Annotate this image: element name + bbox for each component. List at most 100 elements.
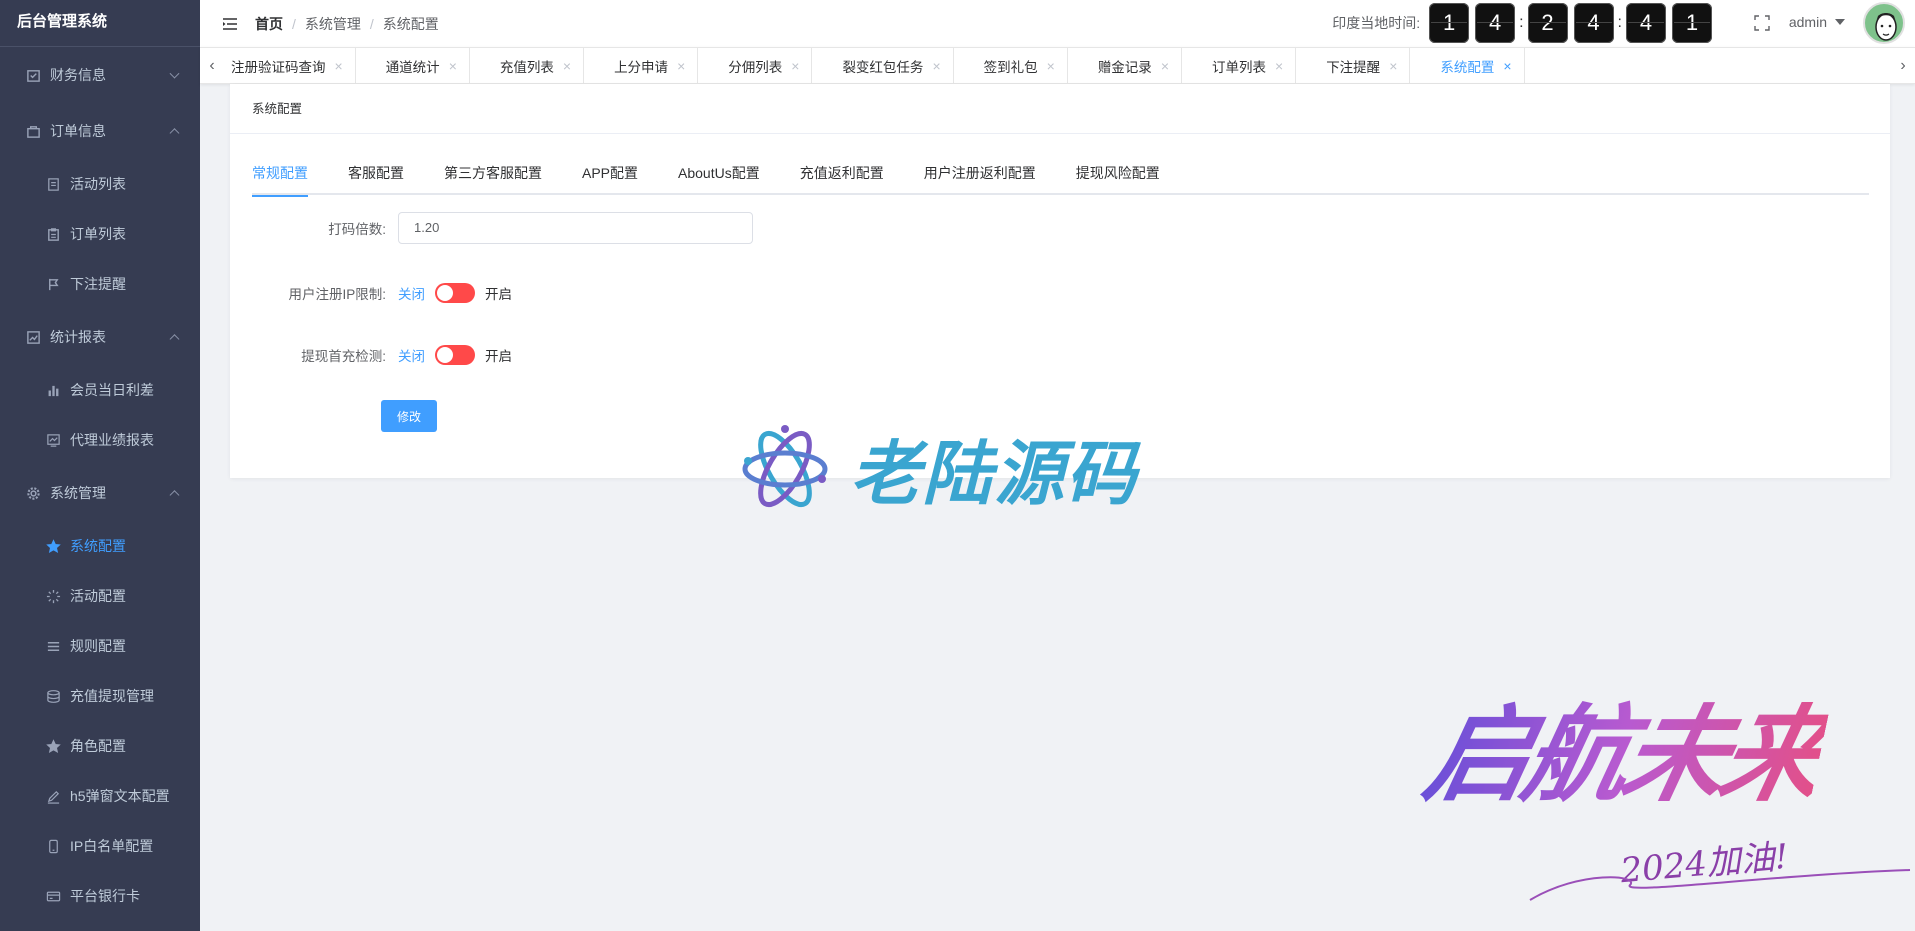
withdraw-check-switch[interactable] (435, 345, 475, 365)
menu-group-label: 统计报表 (50, 329, 106, 345)
trend-icon (45, 432, 61, 448)
switch-off-label: 关闭 (398, 349, 425, 364)
sidebar-item-label: h5弹窗文本配置 (70, 788, 170, 804)
loading-icon (45, 588, 61, 604)
sidebar-item-agent-report[interactable]: 代理业绩报表 (0, 415, 200, 465)
tag-item[interactable]: 上分申请 × (584, 48, 699, 83)
menu-group-system[interactable]: 系统管理 (0, 465, 200, 521)
ip-limit-switch[interactable] (435, 283, 475, 303)
clock-digit: 1 (1429, 3, 1470, 43)
sidebar-item-ip-whitelist[interactable]: IP白名单配置 (0, 821, 200, 871)
tags-scroll-left-icon[interactable]: ‹ (200, 48, 224, 83)
breadcrumb-home[interactable]: 首页 (255, 14, 283, 34)
sidebar-item-order-list[interactable]: 订单列表 (0, 209, 200, 259)
config-tab[interactable]: 提现风险配置 (1076, 164, 1160, 195)
tag-item[interactable]: 通道统计 × (356, 48, 470, 83)
close-icon[interactable]: × (563, 58, 571, 74)
sidebar-item-label: 平台银行卡 (70, 888, 140, 904)
bet-multiplier-input[interactable]: 1.20 (398, 212, 753, 244)
avatar[interactable] (1863, 2, 1905, 44)
hamburger-icon[interactable] (222, 17, 238, 31)
menu-group-finance[interactable]: 财务信息 (0, 47, 200, 103)
breadcrumb-current: 系统配置 (382, 15, 439, 32)
sidebar-item-recharge-withdraw[interactable]: 充值提现管理 (0, 671, 200, 721)
close-icon[interactable]: × (335, 58, 343, 74)
close-icon[interactable]: × (1047, 58, 1055, 74)
sidebar-item-label: 充值提现管理 (70, 688, 154, 704)
tag-label: 分佣列表 (728, 59, 783, 75)
clock-digit: 4 (1475, 3, 1516, 43)
atom-logo-icon (742, 424, 828, 507)
menu-group-orders[interactable]: 订单信息 (0, 103, 200, 159)
user-menu[interactable]: admin (1789, 14, 1845, 30)
menu-group-label: 系统管理 (50, 485, 106, 501)
sidebar: 后台管理系统 财务信息 订单信息 活动列表 订单列表 下注提醒 统计报表 会员当… (0, 0, 200, 931)
sidebar-item-h5-popup-config[interactable]: h5弹窗文本配置 (0, 771, 200, 821)
close-icon[interactable]: × (932, 58, 940, 74)
tag-label: 注册验证码查询 (231, 59, 326, 75)
tag-item[interactable]: 赠金记录 × (1068, 48, 1182, 83)
list-icon (45, 638, 61, 654)
clock-digit: 1 (1672, 3, 1712, 43)
form-row-ip-limit: 用户注册IP限制: 关闭 开启 (252, 283, 512, 303)
form-row-bet-multiplier: 打码倍数: 1.20 (252, 212, 753, 244)
local-clock: 印度当地时间: 1 4 : 2 4 : 4 1 (1332, 3, 1715, 43)
tag-item[interactable]: 裂变红包任务 × (812, 48, 954, 83)
tag-item[interactable]: 订单列表 × (1182, 48, 1297, 83)
menu-group-label: 财务信息 (50, 67, 106, 83)
app-logo: 后台管理系统 (0, 0, 200, 47)
clock-digit: 4 (1626, 3, 1666, 43)
tag-item[interactable]: 系统配置 × (1410, 48, 1525, 83)
tag-item[interactable]: 充值列表 × (470, 48, 585, 83)
config-tab[interactable]: 客服配置 (348, 164, 404, 195)
config-tab[interactable]: APP配置 (582, 164, 638, 195)
sidebar-item-label: 活动配置 (70, 588, 126, 604)
config-tab[interactable]: 第三方客服配置 (444, 164, 542, 195)
config-tab[interactable]: 充值返利配置 (800, 164, 884, 195)
close-icon[interactable]: × (1389, 58, 1397, 74)
switch-off-label: 关闭 (398, 287, 425, 302)
clipboard-icon (45, 226, 61, 242)
close-icon[interactable]: × (791, 58, 799, 74)
close-icon[interactable]: × (677, 58, 685, 74)
tag-item[interactable]: 下注提醒 × (1296, 48, 1411, 83)
sidebar-item-rule-config[interactable]: 规则配置 (0, 621, 200, 671)
watermark-slogan: 启航未来 2024加油! (1415, 670, 1911, 901)
tag-label: 订单列表 (1212, 59, 1266, 75)
config-tab[interactable]: 常规配置 (252, 164, 308, 197)
tag-item[interactable]: 注册验证码查询 × (224, 48, 356, 83)
close-icon[interactable]: × (1275, 58, 1283, 74)
sidebar-item-bet-reminder[interactable]: 下注提醒 (0, 259, 200, 309)
bar-chart-icon (45, 382, 61, 398)
switch-knob (437, 347, 453, 363)
tag-item[interactable]: 分佣列表 × (698, 48, 813, 83)
sidebar-item-label: 代理业绩报表 (70, 432, 154, 448)
sidebar-item-activity-list[interactable]: 活动列表 (0, 159, 200, 209)
chevron-down-icon (169, 68, 180, 79)
switch-on-label: 开启 (485, 349, 512, 364)
config-tab[interactable]: AboutUs配置 (678, 164, 760, 195)
sidebar-item-platform-bank-card[interactable]: 平台银行卡 (0, 871, 200, 921)
tags-view: ‹ 注册验证码查询 × 通道统计 × 充值列表 × 上分申请 × 分佣列表 × 裂变红包任务 × 签到礼… (200, 47, 1915, 84)
top-header: 首页 / 系统管理 / 系统配置 印度当地时间: 1 4 : 2 4 : 4 1… (200, 0, 1915, 47)
close-icon[interactable]: × (1503, 58, 1511, 74)
fullscreen-icon[interactable] (1754, 15, 1770, 31)
sidebar-item-label: 活动列表 (70, 176, 126, 192)
tag-label: 通道统计 (385, 59, 440, 75)
sidebar-item-member-daily-spread[interactable]: 会员当日利差 (0, 365, 200, 415)
sidebar-item-activity-config[interactable]: 活动配置 (0, 571, 200, 621)
menu-group-reports[interactable]: 统计报表 (0, 309, 200, 365)
close-icon[interactable]: × (449, 58, 457, 74)
sidebar-item-role-config[interactable]: 角色配置 (0, 721, 200, 771)
tag-item[interactable]: 签到礼包 × (954, 48, 1068, 83)
card-title: 系统配置 (230, 84, 1890, 134)
username: admin (1788, 14, 1827, 30)
sidebar-item-label: 系统配置 (70, 538, 126, 554)
document-icon (45, 176, 61, 192)
submit-button[interactable]: 修改 (381, 400, 437, 432)
tag-label: 裂变红包任务 (842, 59, 924, 75)
tags-scroll-right-icon[interactable]: › (1891, 48, 1915, 83)
sidebar-item-system-config[interactable]: 系统配置 (0, 521, 200, 571)
config-tab[interactable]: 用户注册返利配置 (924, 164, 1036, 195)
close-icon[interactable]: × (1161, 58, 1169, 74)
